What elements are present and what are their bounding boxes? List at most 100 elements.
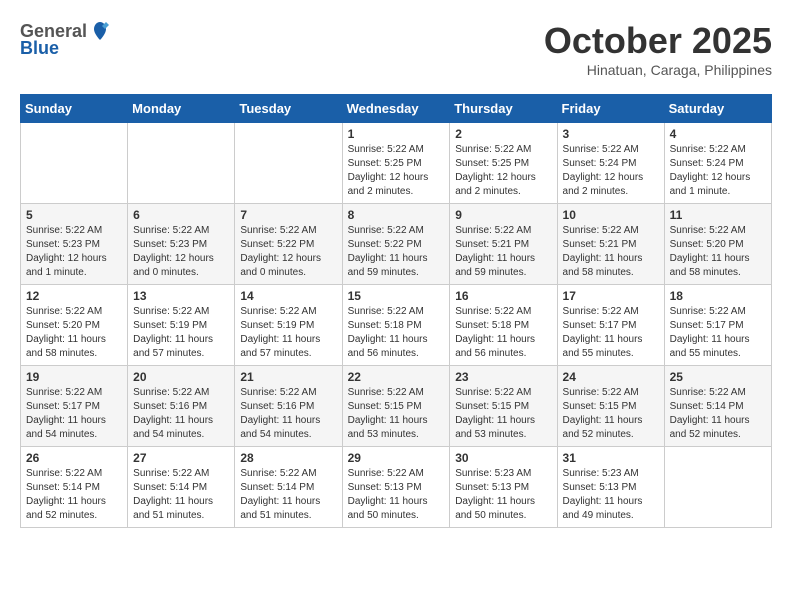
day-number: 23 (455, 370, 551, 384)
calendar-cell: 6 Sunrise: 5:22 AMSunset: 5:23 PMDayligh… (128, 204, 235, 285)
calendar-cell: 21 Sunrise: 5:22 AMSunset: 5:16 PMDaylig… (235, 366, 342, 447)
cell-content: Sunrise: 5:22 AMSunset: 5:21 PMDaylight:… (455, 224, 551, 280)
calendar-cell: 26 Sunrise: 5:22 AMSunset: 5:14 PMDaylig… (21, 447, 128, 528)
day-number: 15 (348, 289, 445, 303)
cell-content: Sunrise: 5:22 AMSunset: 5:14 PMDaylight:… (26, 467, 122, 523)
cell-content: Sunrise: 5:22 AMSunset: 5:20 PMDaylight:… (670, 224, 766, 280)
day-number: 16 (455, 289, 551, 303)
calendar-cell: 9 Sunrise: 5:22 AMSunset: 5:21 PMDayligh… (450, 204, 557, 285)
calendar-cell: 19 Sunrise: 5:22 AMSunset: 5:17 PMDaylig… (21, 366, 128, 447)
weekday-header: Friday (557, 95, 664, 123)
day-number: 18 (670, 289, 766, 303)
day-number: 28 (240, 451, 336, 465)
logo-blue: Blue (20, 38, 59, 59)
calendar-cell: 22 Sunrise: 5:22 AMSunset: 5:15 PMDaylig… (342, 366, 450, 447)
calendar-cell: 8 Sunrise: 5:22 AMSunset: 5:22 PMDayligh… (342, 204, 450, 285)
calendar-cell: 13 Sunrise: 5:22 AMSunset: 5:19 PMDaylig… (128, 285, 235, 366)
calendar-cell: 12 Sunrise: 5:22 AMSunset: 5:20 PMDaylig… (21, 285, 128, 366)
cell-content: Sunrise: 5:22 AMSunset: 5:20 PMDaylight:… (26, 305, 122, 361)
day-number: 17 (563, 289, 659, 303)
weekday-header: Monday (128, 95, 235, 123)
cell-content: Sunrise: 5:22 AMSunset: 5:16 PMDaylight:… (133, 386, 229, 442)
cell-content: Sunrise: 5:22 AMSunset: 5:15 PMDaylight:… (563, 386, 659, 442)
month-title: October 2025 (544, 20, 772, 62)
cell-content: Sunrise: 5:22 AMSunset: 5:24 PMDaylight:… (670, 143, 766, 199)
cell-content: Sunrise: 5:22 AMSunset: 5:21 PMDaylight:… (563, 224, 659, 280)
calendar-week-row: 12 Sunrise: 5:22 AMSunset: 5:20 PMDaylig… (21, 285, 772, 366)
cell-content: Sunrise: 5:22 AMSunset: 5:18 PMDaylight:… (348, 305, 445, 361)
calendar-cell: 1 Sunrise: 5:22 AMSunset: 5:25 PMDayligh… (342, 123, 450, 204)
day-number: 2 (455, 127, 551, 141)
calendar-week-row: 19 Sunrise: 5:22 AMSunset: 5:17 PMDaylig… (21, 366, 772, 447)
calendar-cell: 27 Sunrise: 5:22 AMSunset: 5:14 PMDaylig… (128, 447, 235, 528)
title-area: October 2025 Hinatuan, Caraga, Philippin… (544, 20, 772, 78)
day-number: 31 (563, 451, 659, 465)
cell-content: Sunrise: 5:22 AMSunset: 5:22 PMDaylight:… (240, 224, 336, 280)
calendar-week-row: 5 Sunrise: 5:22 AMSunset: 5:23 PMDayligh… (21, 204, 772, 285)
cell-content: Sunrise: 5:23 AMSunset: 5:13 PMDaylight:… (563, 467, 659, 523)
cell-content: Sunrise: 5:22 AMSunset: 5:15 PMDaylight:… (348, 386, 445, 442)
day-number: 19 (26, 370, 122, 384)
calendar-cell: 28 Sunrise: 5:22 AMSunset: 5:14 PMDaylig… (235, 447, 342, 528)
calendar-cell: 25 Sunrise: 5:22 AMSunset: 5:14 PMDaylig… (664, 366, 771, 447)
calendar-cell: 20 Sunrise: 5:22 AMSunset: 5:16 PMDaylig… (128, 366, 235, 447)
day-number: 4 (670, 127, 766, 141)
cell-content: Sunrise: 5:22 AMSunset: 5:19 PMDaylight:… (133, 305, 229, 361)
day-number: 21 (240, 370, 336, 384)
cell-content: Sunrise: 5:23 AMSunset: 5:13 PMDaylight:… (455, 467, 551, 523)
calendar-cell: 4 Sunrise: 5:22 AMSunset: 5:24 PMDayligh… (664, 123, 771, 204)
calendar-cell: 2 Sunrise: 5:22 AMSunset: 5:25 PMDayligh… (450, 123, 557, 204)
day-number: 14 (240, 289, 336, 303)
cell-content: Sunrise: 5:22 AMSunset: 5:16 PMDaylight:… (240, 386, 336, 442)
day-number: 6 (133, 208, 229, 222)
day-number: 11 (670, 208, 766, 222)
day-number: 5 (26, 208, 122, 222)
day-number: 24 (563, 370, 659, 384)
calendar-cell (128, 123, 235, 204)
cell-content: Sunrise: 5:22 AMSunset: 5:23 PMDaylight:… (133, 224, 229, 280)
calendar-cell: 31 Sunrise: 5:23 AMSunset: 5:13 PMDaylig… (557, 447, 664, 528)
day-number: 20 (133, 370, 229, 384)
day-number: 7 (240, 208, 336, 222)
calendar-cell: 14 Sunrise: 5:22 AMSunset: 5:19 PMDaylig… (235, 285, 342, 366)
calendar-week-row: 1 Sunrise: 5:22 AMSunset: 5:25 PMDayligh… (21, 123, 772, 204)
cell-content: Sunrise: 5:22 AMSunset: 5:25 PMDaylight:… (348, 143, 445, 199)
calendar-cell: 24 Sunrise: 5:22 AMSunset: 5:15 PMDaylig… (557, 366, 664, 447)
cell-content: Sunrise: 5:22 AMSunset: 5:14 PMDaylight:… (670, 386, 766, 442)
calendar-cell (664, 447, 771, 528)
weekday-header: Wednesday (342, 95, 450, 123)
location-subtitle: Hinatuan, Caraga, Philippines (544, 62, 772, 78)
calendar-cell (235, 123, 342, 204)
logo-icon (89, 20, 111, 42)
day-number: 1 (348, 127, 445, 141)
cell-content: Sunrise: 5:22 AMSunset: 5:25 PMDaylight:… (455, 143, 551, 199)
logo: General Blue (20, 20, 113, 59)
cell-content: Sunrise: 5:22 AMSunset: 5:19 PMDaylight:… (240, 305, 336, 361)
day-number: 29 (348, 451, 445, 465)
day-number: 27 (133, 451, 229, 465)
day-number: 8 (348, 208, 445, 222)
weekday-header: Thursday (450, 95, 557, 123)
calendar-table: SundayMondayTuesdayWednesdayThursdayFrid… (20, 94, 772, 528)
cell-content: Sunrise: 5:22 AMSunset: 5:22 PMDaylight:… (348, 224, 445, 280)
page-header: General Blue October 2025 Hinatuan, Cara… (20, 20, 772, 78)
weekday-header: Saturday (664, 95, 771, 123)
day-number: 9 (455, 208, 551, 222)
cell-content: Sunrise: 5:22 AMSunset: 5:14 PMDaylight:… (240, 467, 336, 523)
calendar-cell: 3 Sunrise: 5:22 AMSunset: 5:24 PMDayligh… (557, 123, 664, 204)
day-number: 26 (26, 451, 122, 465)
day-number: 10 (563, 208, 659, 222)
calendar-cell (21, 123, 128, 204)
calendar-cell: 18 Sunrise: 5:22 AMSunset: 5:17 PMDaylig… (664, 285, 771, 366)
day-number: 12 (26, 289, 122, 303)
cell-content: Sunrise: 5:22 AMSunset: 5:24 PMDaylight:… (563, 143, 659, 199)
cell-content: Sunrise: 5:22 AMSunset: 5:15 PMDaylight:… (455, 386, 551, 442)
day-number: 3 (563, 127, 659, 141)
cell-content: Sunrise: 5:22 AMSunset: 5:14 PMDaylight:… (133, 467, 229, 523)
cell-content: Sunrise: 5:22 AMSunset: 5:23 PMDaylight:… (26, 224, 122, 280)
day-number: 13 (133, 289, 229, 303)
day-number: 22 (348, 370, 445, 384)
calendar-cell: 11 Sunrise: 5:22 AMSunset: 5:20 PMDaylig… (664, 204, 771, 285)
calendar-cell: 16 Sunrise: 5:22 AMSunset: 5:18 PMDaylig… (450, 285, 557, 366)
calendar-week-row: 26 Sunrise: 5:22 AMSunset: 5:14 PMDaylig… (21, 447, 772, 528)
